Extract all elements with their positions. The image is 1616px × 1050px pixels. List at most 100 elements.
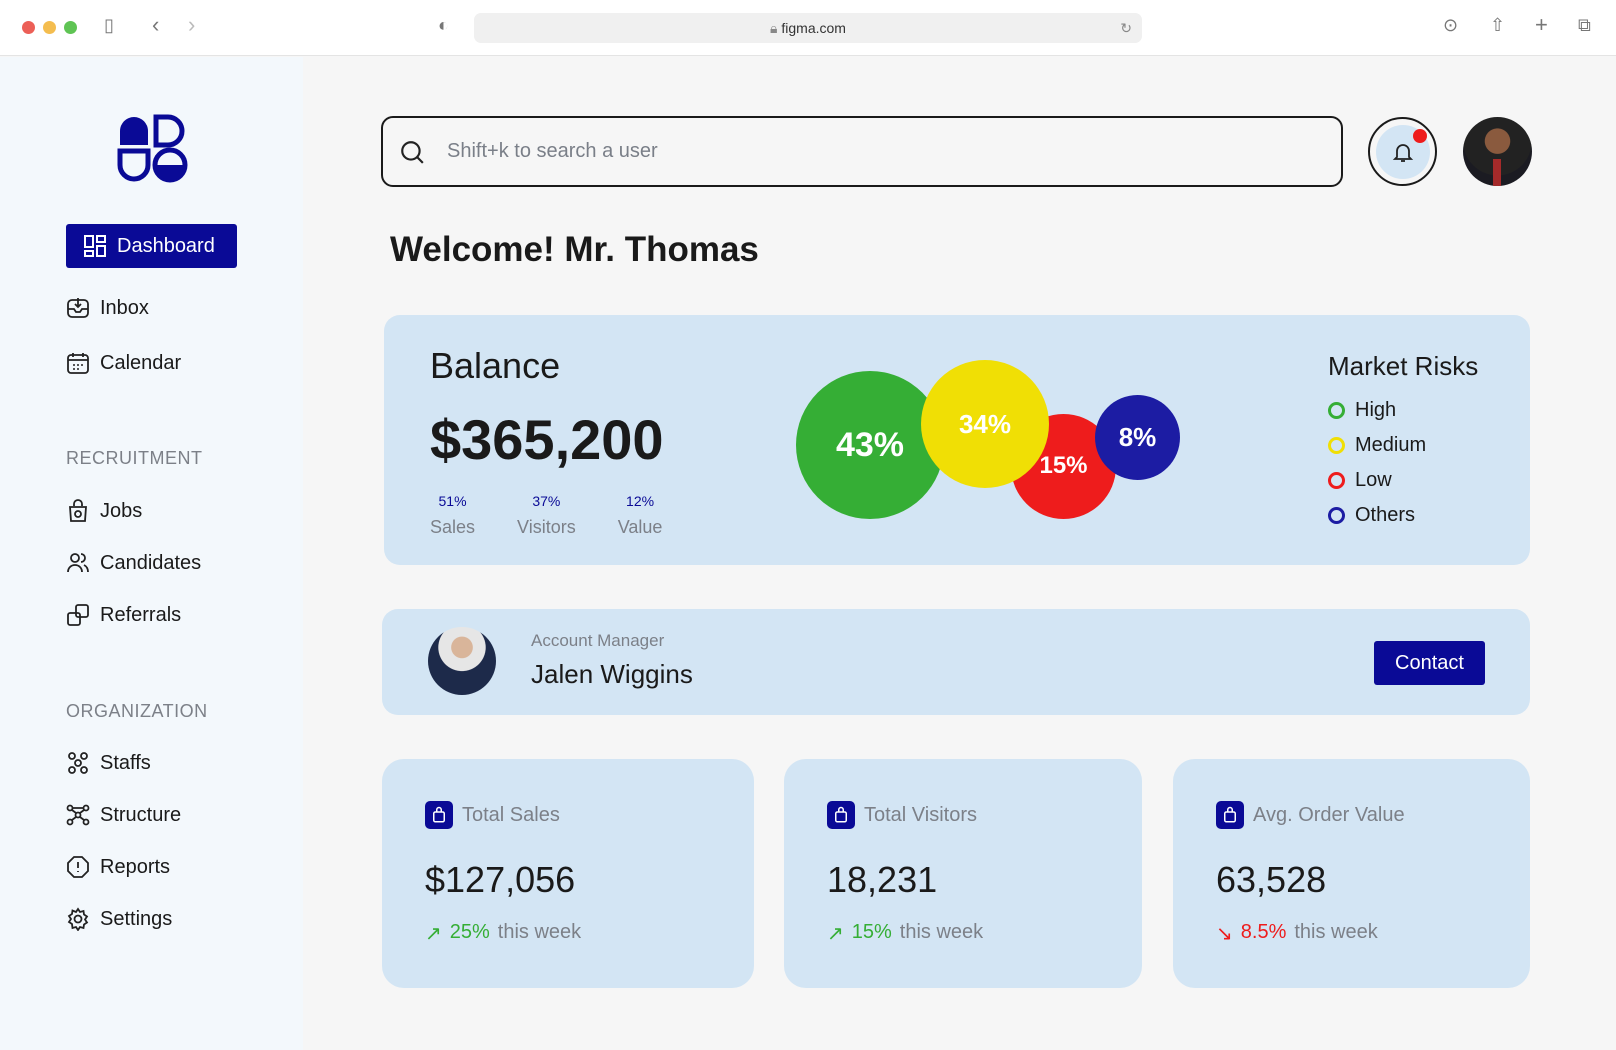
stat-change: ↗ 25% this week <box>425 921 581 946</box>
stat-header: Total Visitors <box>827 801 977 829</box>
share-icon[interactable]: ⇧ <box>1490 15 1505 36</box>
sidebar-item-label: Settings <box>100 907 173 930</box>
forward-icon[interactable]: › <box>188 12 195 38</box>
stat-title: Avg. Order Value <box>1253 803 1405 826</box>
sidebar-item-referrals[interactable]: Referrals <box>66 600 181 630</box>
manager-avatar <box>428 627 496 695</box>
url-text: figma.com <box>781 20 846 36</box>
sidebar-item-label: Candidates <box>100 551 202 574</box>
stat-change-pct: 25% <box>449 921 490 943</box>
legend-item-others: Others <box>1328 504 1415 527</box>
search-icon <box>401 140 424 164</box>
sidebar-item-label: Dashboard <box>117 234 215 257</box>
notifications-button[interactable] <box>1368 117 1437 186</box>
stat-value: 18,231 <box>827 859 938 900</box>
stat-card: Total Sales $127,056 ↗ 25% this week <box>382 759 754 988</box>
balance-breakdown: 51% Sales 37% Visitors 12% Value <box>430 493 662 538</box>
sidebar-item-label: Jobs <box>100 499 143 522</box>
stat-title: Total Visitors <box>864 803 978 826</box>
logo-icon <box>117 114 188 183</box>
visitor-icon <box>827 801 855 829</box>
settings-gear-icon <box>67 907 89 931</box>
sidebar-item-candidates[interactable]: Candidates <box>66 548 201 578</box>
balance-title: Balance <box>430 345 561 386</box>
sidebar-item-label: Inbox <box>100 296 149 319</box>
market-risks-title: Market Risks <box>1328 351 1479 381</box>
staffs-icon <box>68 752 88 774</box>
sidebar-item-structure[interactable]: Structure <box>66 800 181 830</box>
legend-ring-icon <box>1328 402 1345 419</box>
sidebar-item-settings[interactable]: Settings <box>66 904 172 934</box>
sidebar-item-label: Referrals <box>100 603 182 626</box>
avatar-tie <box>1493 159 1501 186</box>
jobs-bag-icon <box>69 499 87 522</box>
inbox-icon <box>67 298 89 318</box>
account-manager-card: Account Manager Jalen Wiggins Contact <box>382 609 1530 715</box>
search-input[interactable] <box>447 140 1247 163</box>
dashboard-icon <box>84 235 106 257</box>
contact-button[interactable]: Contact <box>1374 641 1485 685</box>
legend-label: Medium <box>1355 434 1427 456</box>
user-avatar[interactable] <box>1463 117 1532 186</box>
legend-item-low: Low <box>1328 469 1392 492</box>
breakdown-label: Sales <box>430 517 476 537</box>
stat-change-suffix: this week <box>899 921 984 943</box>
legend-ring-icon <box>1328 472 1345 489</box>
legend-ring-icon <box>1328 437 1345 454</box>
breakdown-visitors: 37% Visitors <box>517 493 576 538</box>
tabs-overview-icon[interactable]: ⧉ <box>1578 15 1591 36</box>
stat-header: Total Sales <box>425 801 560 829</box>
breakdown-pct: 12% <box>626 493 655 509</box>
back-icon[interactable]: ‹ <box>152 12 159 38</box>
legend-label: Low <box>1355 469 1392 491</box>
search-bar[interactable] <box>381 116 1343 187</box>
breakdown-sales: 51% Sales <box>430 493 475 538</box>
breakdown-value: 12% Value <box>618 493 663 538</box>
balance-card: Balance $365,200 51% Sales 37% Visitors 12… <box>384 315 1530 565</box>
stat-change: ↘ 8.5% this week <box>1216 921 1378 946</box>
shield-icon[interactable]: ◐ <box>438 15 449 36</box>
bubble-label: 8% <box>1118 422 1157 452</box>
close-window-button[interactable] <box>22 21 35 34</box>
reload-icon[interactable]: ↻ <box>1120 13 1132 43</box>
legend-label: High <box>1355 399 1397 421</box>
browser-toolbar: ▯ ‹ › ◐ 🔒︎ figma.com ↻ ⊙ ⇧ + ⧉ <box>0 0 1616 56</box>
address-bar[interactable]: 🔒︎ figma.com ↻ <box>474 13 1142 43</box>
stat-value: 63,528 <box>1216 859 1327 900</box>
sidebar-item-reports[interactable]: Reports <box>66 852 170 882</box>
sidebar-item-label: Reports <box>100 855 171 878</box>
stat-title: Total Sales <box>462 803 560 826</box>
sidebar-toggle-icon[interactable]: ▯ <box>104 15 114 36</box>
new-tab-icon[interactable]: + <box>1535 12 1548 38</box>
sidebar-item-staffs[interactable]: Staffs <box>66 748 151 778</box>
stat-change-suffix: this week <box>497 921 582 943</box>
bubble-label: 43% <box>835 425 905 464</box>
section-title-recruitment: RECRUITMENT <box>66 448 203 468</box>
download-icon[interactable]: ⊙ <box>1443 15 1458 36</box>
sidebar-item-inbox[interactable]: Inbox <box>66 293 149 323</box>
sidebar-item-jobs[interactable]: Jobs <box>66 496 142 526</box>
manager-role: Account Manager <box>531 631 665 650</box>
sidebar-item-calendar[interactable]: Calendar <box>66 348 181 378</box>
stat-change-suffix: this week <box>1294 921 1378 943</box>
maximize-window-button[interactable] <box>64 21 77 34</box>
legend-ring-icon <box>1328 507 1345 524</box>
reports-icon <box>67 856 89 878</box>
legend-item-medium: Medium <box>1328 434 1426 457</box>
stat-value: $127,056 <box>425 859 576 900</box>
breakdown-label: Value <box>617 517 663 537</box>
structure-icon <box>66 804 90 826</box>
legend-item-high: High <box>1328 399 1396 422</box>
trend-arrow-icon: ↗ <box>827 923 844 945</box>
minimize-window-button[interactable] <box>43 21 56 34</box>
notification-badge <box>1413 129 1427 143</box>
sidebar-item-dashboard[interactable]: Dashboard <box>66 224 237 268</box>
balance-amount: $365,200 <box>430 408 664 471</box>
stat-change-pct: 15% <box>851 921 892 943</box>
stat-card: Total Visitors 18,231 ↗ 15% this week <box>784 759 1142 988</box>
bubble-medium: 34% <box>921 360 1049 488</box>
sidebar-item-label: Calendar <box>100 351 182 374</box>
manager-name: Jalen Wiggins <box>531 659 693 689</box>
sidebar-item-label: Staffs <box>100 751 151 774</box>
calendar-icon <box>67 353 89 374</box>
